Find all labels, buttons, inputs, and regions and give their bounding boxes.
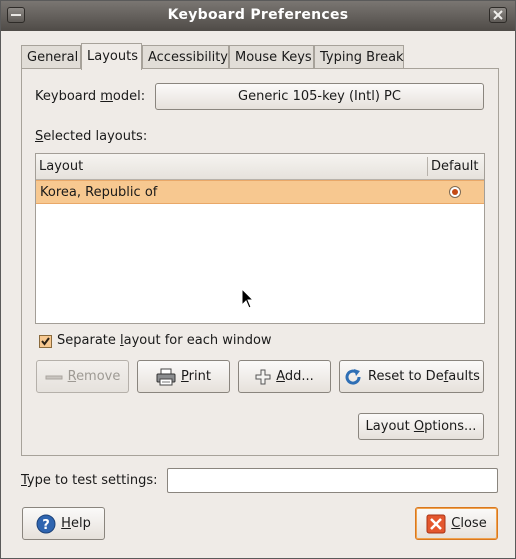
tab-general[interactable]: General: [21, 45, 81, 69]
layout-name: Korea, Republic of: [40, 185, 158, 200]
keyboard-model-label: Keyboard model:: [35, 89, 146, 104]
reset-to-defaults-button[interactable]: Reset to Defaults: [339, 360, 484, 393]
remove-button[interactable]: Remove: [36, 360, 129, 393]
close-icon: [426, 514, 446, 533]
window-title: Keyboard Preferences: [167, 7, 349, 23]
printer-icon: [156, 368, 176, 385]
keyboard-preferences-window: Keyboard Preferences General Layouts Acc…: [0, 0, 516, 559]
svg-text:?: ?: [42, 518, 50, 533]
test-settings-label: Type to test settings:: [21, 473, 158, 488]
remove-icon: [45, 375, 63, 379]
layouts-list[interactable]: Layout Default Korea, Republic of: [35, 153, 485, 324]
keyboard-model-value: Generic 105-key (Intl) PC: [238, 89, 401, 104]
test-settings-input[interactable]: [167, 468, 498, 493]
close-icon: [493, 10, 503, 20]
keyboard-model-button[interactable]: Generic 105-key (Intl) PC: [155, 83, 484, 110]
column-header-layout[interactable]: Layout: [39, 159, 83, 174]
separate-layout-checkbox[interactable]: [39, 335, 52, 348]
checkmark-icon: [41, 337, 50, 346]
column-header-default[interactable]: Default: [431, 159, 479, 174]
mouse-cursor-icon: [241, 288, 255, 309]
refresh-icon: [345, 368, 361, 385]
help-icon: ?: [36, 514, 56, 533]
selected-layouts-label: Selected layouts:: [35, 129, 148, 144]
add-icon: [255, 369, 271, 384]
help-button[interactable]: ? Help: [22, 507, 105, 540]
add-button[interactable]: Add...: [238, 360, 331, 393]
list-header: Layout Default: [36, 154, 484, 180]
tab-mouse-keys[interactable]: Mouse Keys: [229, 45, 314, 69]
close-button[interactable]: Close: [415, 507, 498, 540]
list-item[interactable]: Korea, Republic of: [36, 180, 484, 204]
tab-layouts[interactable]: Layouts: [81, 43, 142, 70]
print-button[interactable]: Print: [137, 360, 230, 393]
title-bar[interactable]: Keyboard Preferences: [1, 1, 515, 31]
tab-typing-break[interactable]: Typing Break: [314, 45, 404, 69]
column-divider: [427, 157, 428, 176]
separate-layout-label[interactable]: Separate layout for each window: [57, 333, 272, 348]
tab-accessibility[interactable]: Accessibility: [142, 45, 229, 69]
layout-options-button[interactable]: Layout Options...: [358, 413, 484, 440]
window-close-button[interactable]: [489, 7, 507, 23]
default-radio[interactable]: [449, 186, 461, 198]
